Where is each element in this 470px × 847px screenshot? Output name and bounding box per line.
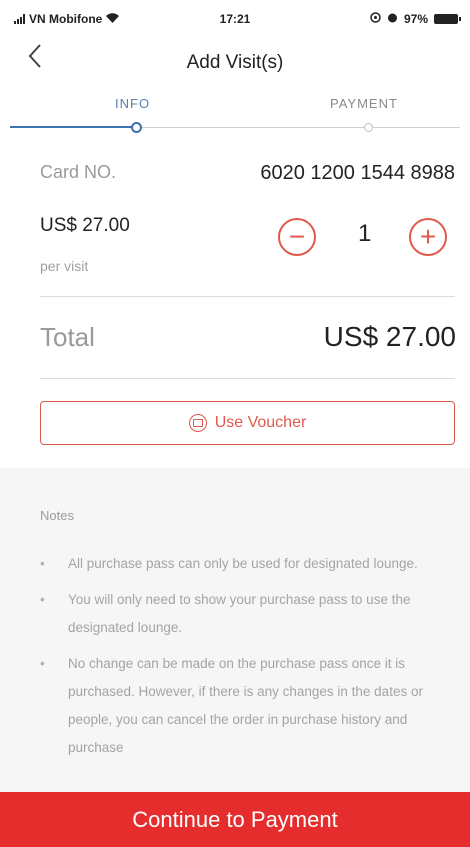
use-voucher-button[interactable]: Use Voucher (40, 401, 455, 445)
notes-title: Notes (40, 508, 74, 523)
step-info-dot (131, 122, 142, 133)
step-payment: PAYMENT (330, 96, 398, 111)
step-progress-line (10, 126, 135, 128)
total-amount: US$ 27.00 (323, 321, 456, 352)
minus-icon: − (288, 221, 306, 252)
divider (40, 378, 455, 379)
location-icon (370, 12, 381, 26)
quantity-value: 1 (358, 220, 372, 247)
alarm-icon (387, 12, 398, 26)
card-number: 6020 1200 1544 8988 (260, 162, 455, 184)
increase-quantity-button[interactable]: + (409, 218, 447, 256)
nav-bar: Add Visit(s) (0, 40, 470, 86)
plus-icon: + (419, 221, 437, 252)
step-info: INFO (115, 96, 151, 111)
step-track-line (141, 127, 460, 128)
status-right: 97% (370, 12, 461, 26)
price-unit: per visit (40, 258, 89, 274)
notes-list: All purchase pass can only be used for d… (40, 550, 455, 770)
battery-percent: 97% (403, 12, 428, 26)
step-indicator: INFO PAYMENT (0, 92, 470, 140)
page-title: Add Visit(s) (186, 52, 284, 73)
card-label: Card NO. (40, 162, 117, 182)
voucher-icon (188, 414, 207, 432)
total-label: Total (40, 322, 95, 352)
step-payment-dot (364, 123, 373, 132)
cta-label: Continue to Payment (132, 806, 338, 832)
list-item: You will only need to show your purchase… (40, 586, 455, 642)
decrease-quantity-button[interactable]: − (278, 218, 316, 256)
divider (40, 296, 455, 297)
continue-to-payment-button[interactable]: Continue to Payment (0, 792, 470, 847)
list-item: All purchase pass can only be used for d… (40, 550, 455, 578)
list-item: No change can be made on the purchase pa… (40, 650, 455, 762)
voucher-label: Use Voucher (214, 414, 307, 431)
status-bar: VN Mobifone 17:21 97% (0, 0, 470, 38)
unit-price: US$ 27.00 (40, 215, 130, 236)
battery-icon (434, 14, 461, 24)
